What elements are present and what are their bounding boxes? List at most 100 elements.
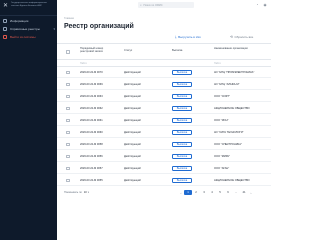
column-header-status[interactable]: Статус bbox=[124, 49, 132, 52]
info-icon bbox=[3, 18, 7, 23]
filter-org-name-input[interactable] bbox=[214, 61, 264, 66]
cell-org-name: ООО "СОФТ" bbox=[214, 94, 230, 98]
next-page-icon[interactable]: › bbox=[248, 191, 254, 195]
table-row[interactable]: 2026-00 22-М 0069 Действующий Выписка АО… bbox=[57, 79, 271, 90]
table-row[interactable]: 2026-00 22-М 0060 Действующий Выписка АО… bbox=[57, 127, 271, 138]
row-checkbox[interactable] bbox=[66, 70, 70, 74]
export-xlsx-button[interactable]: ⤓ Выгрузить в xlsx bbox=[175, 34, 201, 40]
sidebar-item-logout[interactable]: Выйти из системы bbox=[3, 34, 55, 39]
cell-reg-number: 2026-00 22-М 0069 bbox=[80, 82, 103, 86]
cell-status: Действующий bbox=[124, 130, 141, 134]
download-icon: ⤓ bbox=[175, 35, 177, 39]
per-page-label: Показывать по bbox=[64, 190, 82, 194]
page-ellipsis: ... bbox=[234, 190, 238, 194]
export-label: Выгрузить в xlsx bbox=[178, 35, 201, 39]
cell-org-name: АО "НПЦ "АЛЬФА-М" bbox=[214, 82, 240, 86]
sidebar-item-label: Информация bbox=[10, 18, 29, 23]
user-icon[interactable]: ◉ bbox=[263, 3, 267, 7]
per-page-select[interactable]: Показывать по 10 ▾ bbox=[64, 191, 89, 194]
pagination: ‹ 1 2 3 4 5 6 ... 41 › bbox=[178, 190, 254, 195]
select-all-checkbox[interactable] bbox=[66, 50, 70, 54]
table-row[interactable]: 2026-00 22-М 0063 Действующий Выписка ОО… bbox=[57, 91, 271, 102]
per-page-value: 10 bbox=[83, 190, 87, 194]
page-button[interactable]: 41 bbox=[240, 190, 248, 195]
table-footer: Показывать по 10 ▾ ‹ 1 2 3 4 5 6 ... 41 … bbox=[57, 188, 271, 197]
cell-org-name: АО "СИГА ТЕХНОЛОГИ" bbox=[214, 130, 244, 134]
extract-button[interactable]: Выписка bbox=[172, 165, 192, 171]
extract-button[interactable]: Выписка bbox=[172, 93, 192, 99]
table-row[interactable]: 2026-00 22-М 0058 Действующий Выписка ОО… bbox=[57, 139, 271, 150]
cell-org-name: АКЦИОНЕРНОЕ ОБЩЕСТВО bbox=[214, 178, 250, 182]
breadcrumb[interactable]: Главная bbox=[64, 17, 74, 20]
cell-reg-number: 2026-00 22-М 0058 bbox=[80, 142, 103, 146]
cell-reg-number: 2026-00 22-М 0061 bbox=[80, 118, 103, 122]
cell-org-name: ООО "АГАН" bbox=[214, 166, 230, 170]
table-row[interactable]: 2026-00 22-М 0056 Действующий Выписка ОО… bbox=[57, 151, 271, 162]
logout-icon bbox=[3, 34, 7, 39]
cell-status: Действующий bbox=[124, 94, 141, 98]
sidebar-item-label: Справочные реестры bbox=[10, 26, 40, 31]
row-checkbox[interactable] bbox=[66, 82, 70, 86]
sidebar: ✕ Государственная информационная система… bbox=[0, 0, 57, 240]
topbar: ⌕ ◔ ◉ bbox=[57, 0, 271, 11]
page-button[interactable]: 6 bbox=[224, 190, 232, 195]
app-root: ✕ Государственная информационная система… bbox=[0, 0, 271, 240]
page-button[interactable]: 3 bbox=[200, 190, 208, 195]
column-header-reg-number[interactable]: Порядковый номер реестровой записи bbox=[80, 47, 114, 53]
reset-filters-button[interactable]: ⟲ Сбросить все bbox=[230, 34, 253, 40]
filter-reg-number-input[interactable] bbox=[80, 61, 114, 66]
table-header: Порядковый номер реестровой записи Стату… bbox=[57, 43, 271, 60]
bell-icon[interactable]: ◔ bbox=[255, 3, 259, 7]
page-button[interactable]: 1 bbox=[184, 190, 192, 195]
row-checkbox[interactable] bbox=[66, 130, 70, 134]
cell-status: Действующий bbox=[124, 118, 141, 122]
chevron-down-icon: ▾ bbox=[87, 190, 89, 194]
extract-button[interactable]: Выписка bbox=[172, 105, 192, 111]
row-checkbox[interactable] bbox=[66, 178, 70, 182]
row-checkbox[interactable] bbox=[66, 94, 70, 98]
cell-org-name: ООО "МИРА" bbox=[214, 154, 230, 158]
logo-text: Государственная информационная система Е… bbox=[11, 2, 47, 7]
sidebar-item-info[interactable]: Информация bbox=[3, 18, 55, 23]
cell-reg-number: 2026-00 22-М 0055 bbox=[80, 178, 103, 182]
column-header-extract[interactable]: Выписка bbox=[172, 49, 182, 52]
row-checkbox[interactable] bbox=[66, 142, 70, 146]
table-filter-row bbox=[57, 60, 271, 67]
extract-button[interactable]: Выписка bbox=[172, 153, 192, 159]
cell-reg-number: 2026-00 22-М 0056 bbox=[80, 154, 103, 158]
table-row[interactable]: 2026-00 22-М 0070 Действующий Выписка АО… bbox=[57, 67, 271, 78]
row-checkbox[interactable] bbox=[66, 118, 70, 122]
search-box[interactable]: ⌕ bbox=[138, 2, 194, 8]
extract-button[interactable]: Выписка bbox=[172, 129, 192, 135]
extract-button[interactable]: Выписка bbox=[172, 141, 192, 147]
page-button[interactable]: 4 bbox=[208, 190, 216, 195]
cell-reg-number: 2026-00 22-М 0062 bbox=[80, 106, 103, 110]
reset-label: Сбросить все bbox=[234, 35, 254, 39]
sidebar-item-registries[interactable]: Справочные реестры ▾ bbox=[3, 26, 55, 31]
cell-reg-number: 2026-00 22-М 0057 bbox=[80, 166, 103, 170]
extract-button[interactable]: Выписка bbox=[172, 177, 192, 183]
extract-button[interactable]: Выписка bbox=[172, 69, 192, 75]
cell-org-name: АО "НПЦ "ПРОМЭЛЕКТРОНИКА" bbox=[214, 70, 255, 74]
search-icon: ⌕ bbox=[140, 3, 142, 7]
book-icon bbox=[3, 26, 7, 31]
search-input[interactable] bbox=[143, 3, 192, 7]
table-row[interactable]: 2026-00 22-М 0057 Действующий Выписка ОО… bbox=[57, 163, 271, 174]
extract-button[interactable]: Выписка bbox=[172, 117, 192, 123]
reset-icon: ⟲ bbox=[230, 35, 233, 39]
page-button[interactable]: 2 bbox=[192, 190, 200, 195]
row-checkbox[interactable] bbox=[66, 166, 70, 170]
sidebar-divider bbox=[0, 15, 57, 16]
cell-status: Действующий bbox=[124, 142, 141, 146]
cell-status: Действующий bbox=[124, 178, 141, 182]
row-checkbox[interactable] bbox=[66, 106, 70, 110]
page-button[interactable]: 5 bbox=[216, 190, 224, 195]
table-row[interactable]: 2026-00 22-М 0055 Действующий Выписка АК… bbox=[57, 175, 271, 186]
cell-status: Действующий bbox=[124, 166, 141, 170]
column-header-org-name[interactable]: Наименование организации bbox=[214, 47, 264, 50]
row-checkbox[interactable] bbox=[66, 154, 70, 158]
chevron-down-icon: ▾ bbox=[53, 26, 55, 31]
extract-button[interactable]: Выписка bbox=[172, 81, 192, 87]
table-row[interactable]: 2026-00 22-М 0061 Действующий Выписка ОО… bbox=[57, 115, 271, 126]
table-row[interactable]: 2026-00 22-М 0062 Действующий Выписка АК… bbox=[57, 103, 271, 114]
